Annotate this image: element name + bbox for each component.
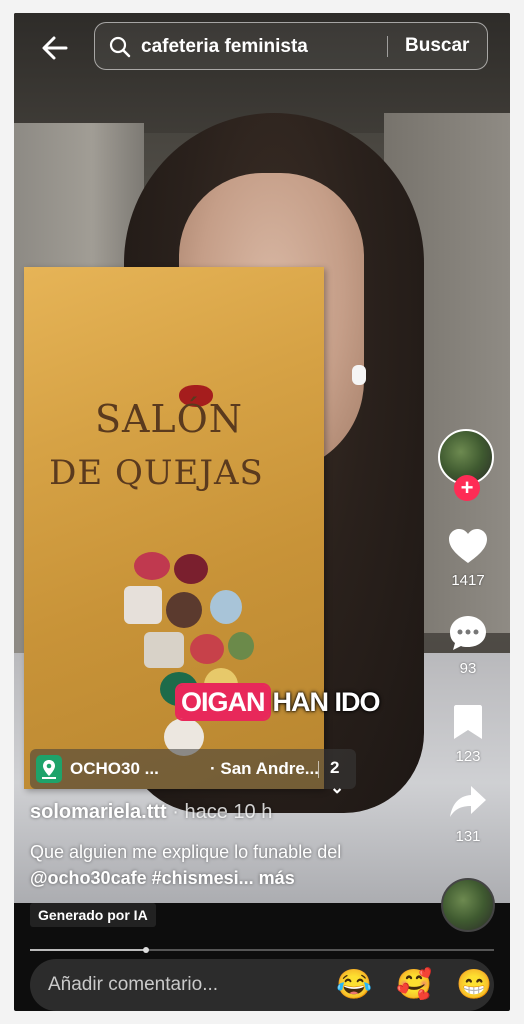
box-title-line1: SALÓN [94, 397, 244, 441]
chevron-down-icon: ⌄ [330, 778, 345, 797]
location-count[interactable]: 2 ⌄ [330, 758, 356, 798]
box-title-line2: DE QUEJAS [49, 453, 264, 493]
video-progress-bar[interactable] [30, 947, 494, 953]
location-divider [318, 761, 319, 778]
sticker [228, 632, 254, 660]
sticker [190, 634, 224, 664]
sticker [134, 552, 170, 580]
like-count: 1417 [451, 572, 485, 589]
grin-emoji-icon[interactable]: 😁 [456, 968, 492, 1002]
hearts-face-emoji-icon[interactable]: 🥰 [396, 968, 432, 1002]
more-link[interactable]: más [254, 868, 295, 888]
share-count: 131 [455, 828, 481, 845]
location-pin-icon [36, 755, 62, 783]
sticker [166, 592, 202, 628]
hashtag-link[interactable]: #chismesi... [147, 868, 254, 888]
comment-bubble-icon [450, 616, 486, 650]
comment-button[interactable]: 93 [440, 613, 496, 677]
sticker [210, 590, 242, 624]
location-city: · San Andre... [210, 759, 319, 778]
comment-count: 93 [459, 660, 477, 677]
mention-link[interactable]: @ocho30cafe [30, 868, 147, 888]
stickers [124, 552, 254, 762]
location-name: OCHO30 ... [70, 759, 159, 778]
progress-handle[interactable] [143, 947, 149, 953]
follow-plus-button[interactable]: + [454, 475, 480, 501]
like-button[interactable]: 1417 [440, 527, 496, 589]
save-count: 123 [455, 748, 481, 765]
sticker [174, 554, 208, 584]
post-description[interactable]: Que alguien me explique lo funable del @… [30, 839, 380, 891]
video-caption: OIGAN HAN IDO [177, 685, 384, 719]
location-chip[interactable]: OCHO30 ... · San Andre... 2 ⌄ [30, 749, 356, 797]
comment-placeholder[interactable]: Añadir comentario... [48, 974, 218, 996]
description-text: Que alguien me explique lo funable del [30, 842, 342, 862]
search-divider [387, 36, 388, 57]
heart-icon [449, 529, 487, 563]
search-query[interactable]: cafeteria feminista [141, 36, 308, 58]
search-bar[interactable]: cafeteria feminista Buscar [94, 22, 488, 70]
earbud [352, 365, 366, 385]
caption-highlight: OIGAN [177, 685, 269, 719]
progress-fill [30, 949, 146, 951]
location-count-value: 2 [330, 758, 340, 777]
tiktok-video-screen: SALÓN DE QUEJAS cafeteria feminista Busc… [14, 13, 510, 1011]
share-arrow-icon [450, 786, 486, 817]
laughing-emoji-icon[interactable]: 😂 [336, 968, 372, 1002]
post-username[interactable]: solomariela.ttt · hace 10 h [30, 801, 272, 824]
search-button[interactable]: Buscar [405, 35, 469, 57]
back-arrow-icon[interactable] [40, 33, 70, 63]
search-icon [109, 36, 131, 58]
save-button[interactable]: 123 [440, 703, 496, 765]
sticker [124, 586, 162, 624]
caption-rest: HAN IDO [272, 687, 381, 717]
ai-generated-badge: Generado por IA [30, 903, 156, 927]
share-button[interactable]: 131 [440, 783, 496, 845]
sticker [144, 632, 184, 668]
comment-input[interactable]: Añadir comentario... 😂 🥰 😁 [30, 959, 494, 1011]
sound-disc-avatar[interactable] [441, 878, 495, 932]
bookmark-icon [454, 705, 482, 739]
username-text[interactable]: solomariela.ttt [30, 801, 167, 823]
post-time: · hace 10 h [166, 801, 273, 823]
